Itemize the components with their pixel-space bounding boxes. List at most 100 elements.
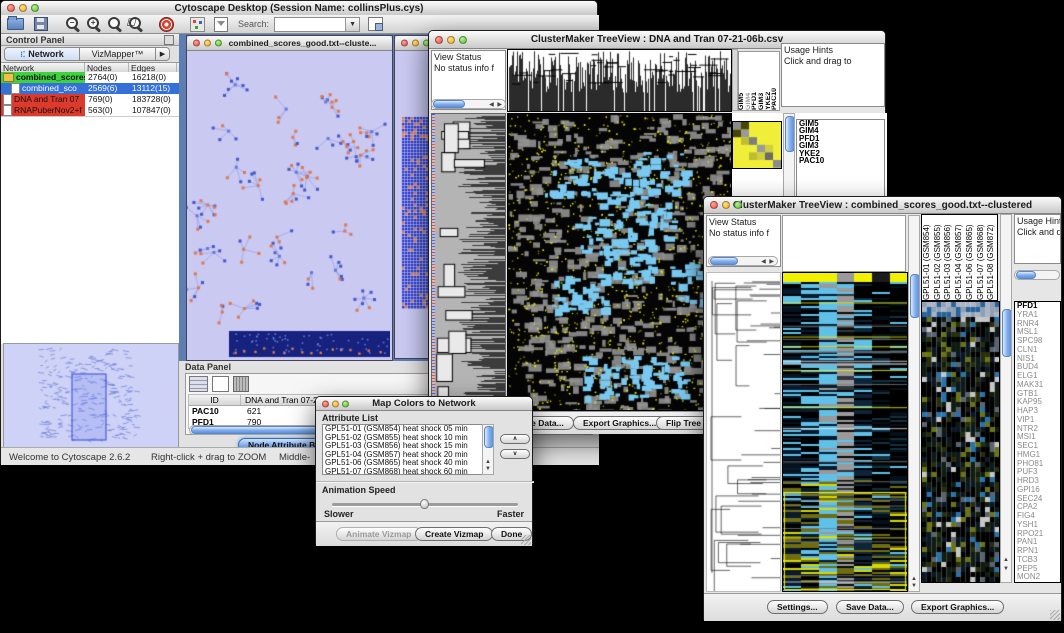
zoom-selected-icon[interactable]: [108, 17, 122, 31]
attribute-vscrollbar[interactable]: ▲▼: [482, 424, 494, 475]
save-session-icon[interactable]: [34, 17, 48, 31]
gene-label[interactable]: PAC10: [797, 157, 884, 164]
tab-overflow-button[interactable]: ▶: [156, 47, 170, 61]
export-graphics-button[interactable]: Export Graphics...: [573, 416, 666, 430]
gene-label[interactable]: MON2: [1015, 573, 1060, 582]
control-panel-tabs: ⁝⁚ Network VizMapper™ ▶: [1, 46, 179, 62]
slower-label: Slower: [324, 509, 354, 519]
control-panel-header: Control Panel: [1, 34, 179, 46]
minimize-button[interactable]: [332, 400, 339, 407]
close-button[interactable]: [710, 201, 718, 209]
status-zoom-hint: Right-click + drag to ZOOM: [151, 452, 266, 463]
column-label: PFD1: [752, 52, 759, 110]
tv2-zoom-heatmap[interactable]: [921, 301, 1000, 583]
tv1-column-dendrogram[interactable]: [507, 49, 732, 112]
network-list-area: [1, 116, 179, 344]
network-name: combined_scores: [16, 72, 85, 83]
network-row[interactable]: RNAPuberNov2+f 563(0) 107847(0): [1, 105, 179, 116]
tv1-status-hscrollbar[interactable]: ◀ ▶: [431, 99, 506, 109]
resize-grip[interactable]: [1050, 610, 1060, 620]
zoom-button[interactable]: [31, 4, 39, 12]
close-button[interactable]: [193, 40, 200, 47]
tv2-status-hscrollbar[interactable]: ◀ ▶: [708, 256, 778, 266]
close-button[interactable]: [7, 4, 15, 12]
settings-button[interactable]: Settings...: [767, 600, 828, 614]
tv1-zoom-heatmap[interactable]: [732, 121, 782, 169]
window-a-title: combined_scores_good.txt--cluste...: [229, 38, 377, 48]
tv2-heatmap[interactable]: [782, 272, 908, 592]
search-dropdown-button[interactable]: ▼: [345, 18, 359, 31]
view-status-text: No status info f: [709, 228, 778, 239]
tv2-gene-vscrollbar[interactable]: ▲▼: [1000, 214, 1012, 583]
dialog-button-bar: Animate Vizmap Create Vizmap Done: [316, 521, 532, 546]
edges-count: 183728(0): [129, 94, 177, 105]
close-button[interactable]: [435, 36, 443, 44]
zoom-button[interactable]: [459, 36, 467, 44]
birdseye-canvas[interactable]: [4, 344, 176, 446]
network-row-selected[interactable]: combined_sco 2569(6) 13112(15): [1, 83, 179, 94]
network-row[interactable]: DNA and Tran 07 769(0) 183728(0): [1, 94, 179, 105]
minimize-button[interactable]: [447, 36, 455, 44]
tv1-title: ClusterMaker TreeView : DNA and Tran 07-…: [531, 34, 783, 45]
tv1-gene-dendrogram[interactable]: [431, 113, 506, 409]
speed-slider-track[interactable]: [332, 503, 518, 506]
tv2-hints-hscrollbar[interactable]: [1014, 270, 1060, 280]
view-status-title: View Status: [434, 52, 503, 63]
zoom-button[interactable]: [734, 201, 742, 209]
tv2-column-dendrogram[interactable]: [782, 215, 906, 272]
zoom-fit-icon[interactable]: ⃞: [129, 17, 143, 31]
attribute-table-icon[interactable]: [189, 376, 208, 392]
create-vizmap-button[interactable]: Create Vizmap: [415, 527, 493, 541]
animation-speed-label: Animation Speed: [322, 485, 396, 495]
network-window-a: combined_scores_good.txt--cluste...: [186, 35, 393, 361]
tv2-gene-dendrogram[interactable]: [706, 272, 781, 592]
attribute-list: GPL51-01 (GSM854) heat shock 05 minGPL51…: [322, 424, 494, 475]
dialog-titlebar[interactable]: Map Colors to Network: [316, 397, 532, 411]
window-a-titlebar[interactable]: combined_scores_good.txt--cluste...: [187, 36, 392, 51]
move-up-button[interactable]: ᴧ: [500, 434, 530, 444]
document-icon: [3, 94, 12, 105]
network-row[interactable]: combined_scores 2764(0) 16218(0): [1, 72, 179, 83]
zoom-in-icon[interactable]: +: [87, 17, 101, 31]
close-button[interactable]: [401, 40, 408, 47]
minimize-button[interactable]: [412, 40, 419, 47]
tv2-heatmap-vscrollbar[interactable]: ▲▼: [908, 215, 920, 592]
tab-vizmapper[interactable]: VizMapper™: [80, 47, 156, 61]
export-graphics-button[interactable]: Export Graphics...: [911, 600, 1004, 614]
close-button[interactable]: [322, 400, 329, 407]
minimize-button[interactable]: [19, 4, 27, 12]
column-label: GPL51-02 (GSM855): [933, 215, 944, 300]
minimize-button[interactable]: [722, 201, 730, 209]
tab-network[interactable]: ⁝⁚ Network: [4, 47, 80, 61]
speed-slider-thumb[interactable]: [420, 499, 429, 509]
data-col-id[interactable]: ID: [189, 395, 241, 405]
search-input[interactable]: [275, 18, 345, 31]
zoom-button[interactable]: [215, 40, 222, 47]
attribute-list-label: Attribute List: [322, 413, 378, 423]
zoom-out-icon[interactable]: −: [66, 17, 80, 31]
column-label: GIM5: [739, 52, 746, 110]
main-titlebar[interactable]: Cytoscape Desktop (Session Name: collins…: [1, 1, 597, 16]
tv1-heatmap[interactable]: [507, 113, 732, 411]
move-down-button[interactable]: ᴠ: [500, 449, 530, 459]
new-document-icon[interactable]: [212, 376, 229, 392]
network-canvas-a[interactable]: [187, 51, 390, 359]
open-session-icon[interactable]: [7, 18, 24, 30]
import-annotation-icon[interactable]: [368, 17, 383, 31]
float-panel-icon[interactable]: [164, 35, 174, 45]
attribute-item[interactable]: GPL51-07 (GSM868) heat shock 60 min: [323, 468, 493, 475]
nodes-count: 2569(6): [85, 83, 129, 94]
save-data-button[interactable]: Save Data...: [836, 600, 904, 614]
help-icon[interactable]: [159, 17, 174, 32]
network-overview-icon[interactable]: [190, 17, 205, 32]
resize-grip[interactable]: [521, 535, 531, 545]
status-welcome: Welcome to Cytoscape 2.6.2: [9, 452, 130, 463]
trash-icon[interactable]: [233, 376, 249, 392]
minimize-button[interactable]: [204, 40, 211, 47]
birdseye-view[interactable]: [3, 343, 179, 449]
edges-count: 107847(0): [129, 105, 177, 116]
filter-icon[interactable]: [214, 17, 228, 32]
tv2-titlebar[interactable]: ClusterMaker TreeView : combined_scores_…: [704, 197, 1061, 214]
animate-vizmap-button[interactable]: Animate Vizmap: [336, 527, 422, 541]
zoom-button[interactable]: [342, 400, 349, 407]
